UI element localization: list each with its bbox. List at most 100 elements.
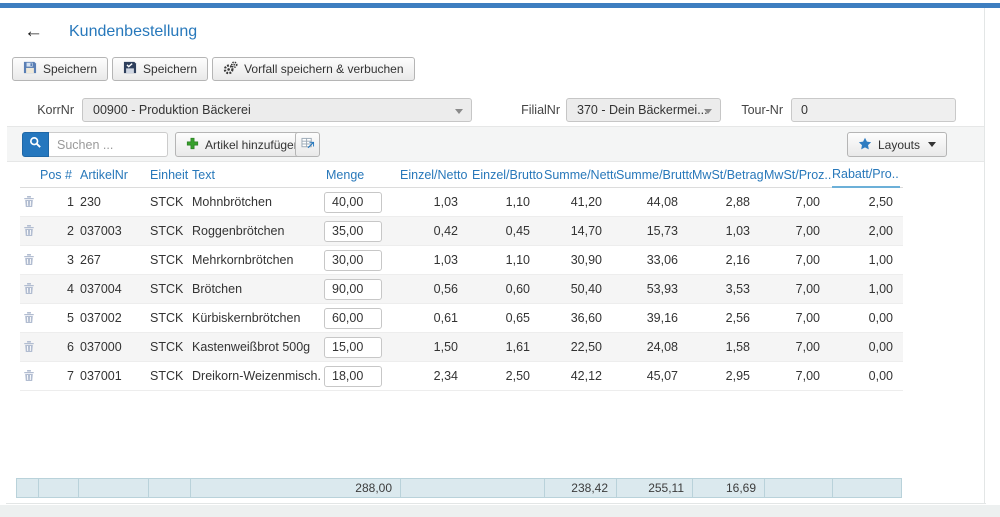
column-header-einzel-brutto[interactable]: Einzel/Brutto	[472, 168, 544, 182]
summe-brutto-cell: 45,07	[616, 369, 692, 383]
pos-cell: 1	[38, 195, 78, 209]
mwst-betrag-cell: 2,16	[692, 253, 764, 267]
menge-input[interactable]	[324, 250, 382, 271]
table-row: 3 267 STCK Mehrkornbrötchen 1,03 1,10 30…	[20, 246, 903, 275]
einzel-brutto-cell: 1,10	[472, 253, 544, 267]
save-check-button[interactable]: Speichern	[112, 57, 208, 81]
totals-menge: 288,00	[191, 479, 401, 497]
mwst-proz-cell: 7,00	[764, 340, 832, 354]
chevron-down-icon	[455, 109, 463, 114]
artikelnr-cell: 037001	[78, 369, 148, 383]
korrnr-select[interactable]: 00900 - Produktion Bäckerei	[82, 98, 472, 122]
filialnr-select[interactable]: 370 - Dein Bäckermei...	[566, 98, 721, 122]
column-header-summe-brutto[interactable]: Summe/Brutto	[616, 168, 692, 182]
column-header-text[interactable]: Text	[190, 168, 322, 182]
totals-cell	[401, 479, 545, 497]
table-row: 7 037001 STCK Dreikorn-Weizenmisch... 2,…	[20, 362, 903, 391]
column-header-mwst-proz[interactable]: MwSt/Proz...	[764, 168, 832, 182]
text-cell: Brötchen	[190, 282, 322, 296]
save-and-post-button[interactable]: Vorfall speichern & verbuchen	[212, 57, 414, 81]
tournr-input[interactable]	[791, 98, 956, 122]
totals-cell	[79, 479, 149, 497]
artikelnr-cell: 037004	[78, 282, 148, 296]
text-cell: Roggenbrötchen	[190, 224, 322, 238]
rabatt-proz-cell: 0,00	[832, 340, 900, 354]
einheit-cell: STCK	[148, 224, 190, 238]
menge-input[interactable]	[324, 308, 382, 329]
page-background-strip	[0, 505, 1000, 517]
totals-cell	[833, 479, 901, 497]
menge-input[interactable]	[324, 366, 382, 387]
mwst-betrag-cell: 1,03	[692, 224, 764, 238]
einzel-brutto-cell: 0,45	[472, 224, 544, 238]
menge-input[interactable]	[324, 337, 382, 358]
delete-row-icon[interactable]	[23, 280, 35, 295]
panel-divider	[984, 8, 985, 504]
einzel-brutto-cell: 1,61	[472, 340, 544, 354]
column-header-einzel-netto[interactable]: Einzel/Netto	[400, 168, 472, 182]
totals-cell	[39, 479, 79, 497]
mwst-betrag-cell: 3,53	[692, 282, 764, 296]
delete-row-icon[interactable]	[23, 367, 35, 382]
table-row: 4 037004 STCK Brötchen 0,56 0,60 50,40 5…	[20, 275, 903, 304]
summe-netto-cell: 41,20	[544, 195, 616, 209]
einzel-netto-cell: 0,42	[400, 224, 472, 238]
table-export-button[interactable]	[295, 132, 320, 157]
layouts-button[interactable]: Layouts	[847, 132, 947, 157]
artikelnr-cell: 037003	[78, 224, 148, 238]
column-header-summe-netto[interactable]: Summe/Netto	[544, 168, 616, 182]
column-header-pos[interactable]: Pos #	[38, 168, 78, 182]
delete-row-icon[interactable]	[23, 338, 35, 353]
delete-row-icon[interactable]	[23, 193, 35, 208]
column-header-mwst-betrag[interactable]: MwSt/Betrag	[692, 168, 764, 182]
text-cell: Mohnbrötchen	[190, 195, 322, 209]
summe-brutto-cell: 24,08	[616, 340, 692, 354]
delete-row-icon[interactable]	[23, 222, 35, 237]
einheit-cell: STCK	[148, 195, 190, 209]
totals-summe-netto: 238,42	[545, 479, 617, 497]
column-header-artikelnr[interactable]: ArtikelNr	[78, 168, 148, 182]
mwst-proz-cell: 7,00	[764, 253, 832, 267]
totals-cell	[149, 479, 191, 497]
mwst-proz-cell: 7,00	[764, 311, 832, 325]
delete-row-icon[interactable]	[23, 309, 35, 324]
summe-brutto-cell: 15,73	[616, 224, 692, 238]
table-row: 2 037003 STCK Roggenbrötchen 0,42 0,45 1…	[20, 217, 903, 246]
search-input[interactable]	[49, 132, 168, 157]
save-check-floppy-icon	[123, 61, 137, 77]
summe-netto-cell: 22,50	[544, 340, 616, 354]
menge-input[interactable]	[324, 279, 382, 300]
einzel-netto-cell: 0,61	[400, 311, 472, 325]
artikelnr-cell: 037000	[78, 340, 148, 354]
totals-cell	[17, 479, 39, 497]
column-header-einheit[interactable]: Einheit	[148, 168, 190, 182]
delete-row-icon[interactable]	[23, 251, 35, 266]
back-arrow-icon[interactable]: ←	[24, 22, 43, 41]
panel-divider	[6, 503, 986, 504]
save-button[interactable]: Speichern	[12, 57, 108, 81]
totals-mwst-betrag: 16,69	[693, 479, 765, 497]
text-cell: Dreikorn-Weizenmisch...	[190, 369, 322, 383]
mwst-proz-cell: 7,00	[764, 195, 832, 209]
totals-cell	[765, 479, 833, 497]
add-article-button[interactable]: Artikel hinzufügen	[175, 132, 311, 157]
summe-netto-cell: 30,90	[544, 253, 616, 267]
einheit-cell: STCK	[148, 340, 190, 354]
mwst-betrag-cell: 2,95	[692, 369, 764, 383]
menge-input[interactable]	[324, 221, 382, 242]
column-header-menge[interactable]: Menge	[322, 168, 400, 182]
table-row: 6 037000 STCK Kastenweißbrot 500g 1,50 1…	[20, 333, 903, 362]
table-header-row: Pos # ArtikelNr Einheit Text Menge Einze…	[20, 163, 903, 188]
action-buttons-row: Speichern Speichern Vorfall speichern & …	[12, 57, 415, 81]
chevron-down-icon	[704, 109, 712, 114]
table-toolbar: Artikel hinzufügen Layouts	[7, 126, 984, 162]
star-icon	[858, 137, 872, 153]
menge-input[interactable]	[324, 192, 382, 213]
artikelnr-cell: 230	[78, 195, 148, 209]
einzel-netto-cell: 0,56	[400, 282, 472, 296]
column-header-rabatt-proz-sorted[interactable]: Rabatt/Pro..	[832, 163, 900, 188]
search-button[interactable]	[22, 132, 49, 157]
summe-netto-cell: 36,60	[544, 311, 616, 325]
rabatt-proz-cell: 1,00	[832, 282, 900, 296]
einzel-brutto-cell: 1,10	[472, 195, 544, 209]
